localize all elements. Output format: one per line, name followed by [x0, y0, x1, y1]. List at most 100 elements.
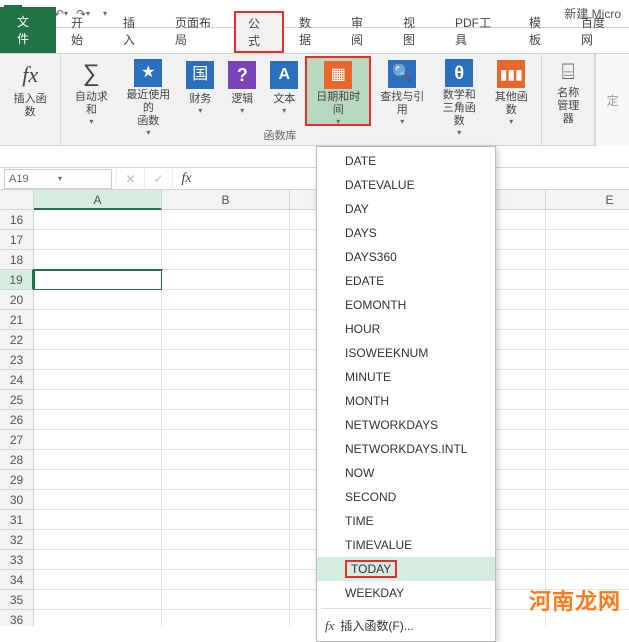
cell[interactable] [546, 290, 629, 310]
cell[interactable] [162, 450, 290, 470]
cell[interactable] [546, 270, 629, 290]
name-manager-button[interactable]: ⌸ 名称 管理器 [546, 56, 590, 126]
cell[interactable] [162, 510, 290, 530]
row-header[interactable]: 33 [0, 550, 34, 570]
row-header[interactable]: 35 [0, 590, 34, 610]
dropdown-item[interactable]: DAY [317, 197, 495, 221]
row-header[interactable]: 21 [0, 310, 34, 330]
cell[interactable] [162, 310, 290, 330]
cell[interactable] [34, 430, 162, 450]
cell[interactable] [34, 610, 162, 626]
cell[interactable] [34, 230, 162, 250]
autosum-button[interactable]: ∑ 自动求和 ▾ [65, 56, 117, 126]
dropdown-item[interactable]: EDATE [317, 269, 495, 293]
tab-page-layout[interactable]: 页面布局 [160, 9, 234, 53]
cell[interactable] [162, 390, 290, 410]
column-header[interactable]: E [546, 190, 629, 210]
row-header[interactable]: 27 [0, 430, 34, 450]
row-header[interactable]: 17 [0, 230, 34, 250]
column-header[interactable]: A [34, 190, 162, 210]
dropdown-item[interactable]: EOMONTH [317, 293, 495, 317]
cancel-formula-button[interactable]: ✕ [116, 169, 144, 189]
row-header[interactable]: 26 [0, 410, 34, 430]
cell[interactable] [34, 470, 162, 490]
dropdown-item[interactable]: ISOWEEKNUM [317, 341, 495, 365]
dropdown-item[interactable]: TIMEVALUE [317, 533, 495, 557]
select-all-corner[interactable] [0, 190, 34, 210]
math-button[interactable]: θ 数学和 三角函数 ▾ [433, 56, 485, 126]
dropdown-item[interactable]: HOUR [317, 317, 495, 341]
row-header[interactable]: 30 [0, 490, 34, 510]
cell[interactable] [162, 610, 290, 626]
dropdown-item[interactable]: NOW [317, 461, 495, 485]
tab-home[interactable]: 开始 [56, 9, 108, 53]
tab-pdf-tools[interactable]: PDF工具 [440, 9, 514, 53]
cell[interactable] [34, 350, 162, 370]
tab-review[interactable]: 审阅 [336, 9, 388, 53]
cell[interactable] [34, 310, 162, 330]
cell[interactable] [546, 410, 629, 430]
cell[interactable] [546, 390, 629, 410]
cell[interactable] [546, 370, 629, 390]
row-header[interactable]: 34 [0, 570, 34, 590]
spreadsheet-grid[interactable]: ABCDEF1617181920212223242526272829303132… [0, 190, 629, 626]
dropdown-item[interactable]: WEEKDAY [317, 581, 495, 605]
cell[interactable] [162, 430, 290, 450]
fx-formula-button[interactable]: fx [172, 169, 200, 189]
tab-templates[interactable]: 模板 [514, 9, 566, 53]
cell[interactable] [546, 250, 629, 270]
cell[interactable] [34, 290, 162, 310]
dropdown-item[interactable]: MONTH [317, 389, 495, 413]
datetime-button[interactable]: ▦ 日期和时间 ▾ [305, 56, 371, 126]
cell[interactable] [546, 450, 629, 470]
row-header[interactable]: 19 [0, 270, 34, 290]
cell[interactable] [162, 370, 290, 390]
cell[interactable] [162, 270, 290, 290]
tab-file[interactable]: 文件 [0, 7, 56, 53]
cell[interactable] [546, 330, 629, 350]
cell[interactable] [34, 450, 162, 470]
enter-formula-button[interactable]: ✓ [144, 169, 172, 189]
cell[interactable] [34, 570, 162, 590]
dropdown-item[interactable]: DAYS [317, 221, 495, 245]
cell[interactable] [34, 510, 162, 530]
cell[interactable] [546, 510, 629, 530]
cell[interactable] [546, 210, 629, 230]
tab-insert[interactable]: 插入 [108, 9, 160, 53]
dropdown-item[interactable]: DAYS360 [317, 245, 495, 269]
row-header[interactable]: 25 [0, 390, 34, 410]
row-header[interactable]: 18 [0, 250, 34, 270]
financial-button[interactable]: 国 财务 ▾ [179, 56, 221, 126]
dropdown-item[interactable]: NETWORKDAYS [317, 413, 495, 437]
dropdown-item[interactable]: NETWORKDAYS.INTL [317, 437, 495, 461]
row-header[interactable]: 36 [0, 610, 34, 626]
cell[interactable] [546, 350, 629, 370]
cell[interactable] [546, 530, 629, 550]
row-header[interactable]: 22 [0, 330, 34, 350]
defined-names-expand[interactable]: 定 [595, 54, 629, 146]
cell[interactable] [162, 350, 290, 370]
cell[interactable] [162, 590, 290, 610]
tab-data[interactable]: 数据 [284, 9, 336, 53]
dropdown-item[interactable]: SECOND [317, 485, 495, 509]
cell[interactable] [162, 550, 290, 570]
row-header[interactable]: 24 [0, 370, 34, 390]
cell[interactable] [34, 370, 162, 390]
row-header[interactable]: 31 [0, 510, 34, 530]
cell[interactable] [546, 470, 629, 490]
cell[interactable] [162, 490, 290, 510]
cell[interactable] [162, 570, 290, 590]
cell[interactable] [546, 430, 629, 450]
row-header[interactable]: 23 [0, 350, 34, 370]
lookup-button[interactable]: 🔍 查找与引用 ▾ [371, 56, 433, 126]
cell[interactable] [162, 230, 290, 250]
cell[interactable] [162, 210, 290, 230]
column-header[interactable]: B [162, 190, 290, 210]
cell[interactable] [34, 410, 162, 430]
tab-baidu[interactable]: 百度网 [566, 9, 629, 53]
row-header[interactable]: 29 [0, 470, 34, 490]
cell[interactable] [34, 330, 162, 350]
dropdown-item[interactable]: TIME [317, 509, 495, 533]
recent-functions-button[interactable]: ★ 最近使用的 函数 ▾ [117, 56, 179, 126]
dropdown-item[interactable]: TODAY [317, 557, 495, 581]
